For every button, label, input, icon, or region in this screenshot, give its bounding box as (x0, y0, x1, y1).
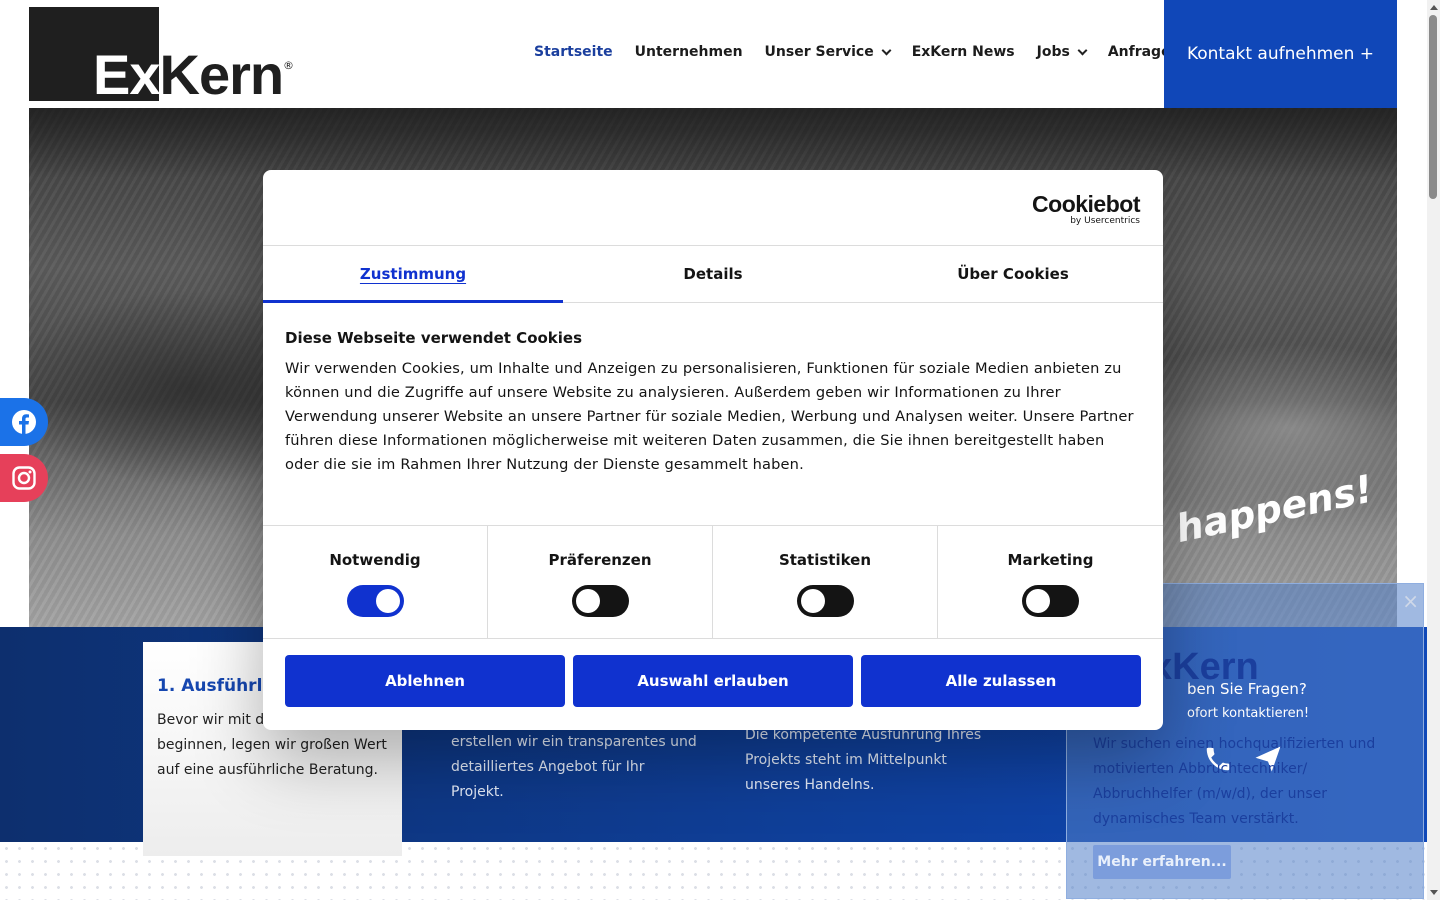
nav-startseite[interactable]: Startseite (534, 44, 613, 60)
category-notwendig: Notwendig (263, 526, 488, 638)
cookie-heading: Diese Webseite verwendet Cookies (285, 329, 583, 347)
page-scrollbar[interactable] (1427, 0, 1440, 900)
toggle-marketing[interactable] (1022, 585, 1079, 617)
allow-all-button[interactable]: Alle zulassen (861, 655, 1141, 707)
popup-description: Wir suchen einen hochqualifizierten und … (1093, 736, 1376, 827)
facebook-button[interactable] (0, 398, 48, 446)
cookie-dialog-header: Cookiebot by Usercentrics (263, 170, 1163, 246)
scroll-up-arrow[interactable] (1430, 5, 1438, 10)
toggle-notwendig[interactable] (346, 585, 404, 617)
cookie-actions: Ablehnen Auswahl erlauben Alle zulassen (263, 639, 1163, 723)
toggle-praeferenzen[interactable] (571, 585, 629, 617)
facebook-icon (12, 410, 36, 434)
category-marketing: Marketing (938, 526, 1163, 638)
cookie-categories: Notwendig Präferenzen Statistiken Market… (263, 526, 1163, 639)
registered-mark: ® (283, 59, 294, 72)
logo-text: ExKern (93, 43, 284, 106)
hero-overlay (29, 108, 1397, 178)
scroll-down-arrow[interactable] (1430, 890, 1438, 895)
cookie-body: Diese Webseite verwendet Cookies Wir ver… (263, 303, 1163, 526)
more-button[interactable]: Mehr erfahren... (1093, 845, 1231, 879)
nav-exkern-news[interactable]: ExKern News (912, 44, 1015, 60)
step-2-text: erstellen wir ein transparentes und deta… (451, 734, 697, 800)
cookie-dialog: Cookiebot by Usercentrics Zustimmung Det… (263, 170, 1163, 730)
tab-details[interactable]: Details (563, 246, 863, 302)
exkern-logo[interactable]: ExKern ® (29, 7, 295, 106)
chevron-down-icon (881, 45, 892, 55)
tab-zustimmung[interactable]: Zustimmung (263, 246, 563, 303)
popup-question: ben Sie Fragen? (1187, 680, 1307, 698)
nav-unser-service[interactable]: Unser Service (765, 44, 892, 60)
scroll-thumb[interactable] (1429, 15, 1437, 199)
step-3-text: Die kompetente Ausführung Ihres Projekts… (745, 727, 982, 793)
step-1-title: 1. Ausführlic (157, 676, 279, 696)
reject-button[interactable]: Ablehnen (285, 655, 565, 707)
nav-jobs[interactable]: Jobs (1037, 44, 1088, 60)
contact-button[interactable]: Kontakt aufnehmen + (1164, 0, 1397, 108)
cookie-tabs: Zustimmung Details Über Cookies (263, 246, 1163, 303)
main-navigation: Startseite Unternehmen Unser Service ExK… (534, 44, 1203, 60)
tab-ueber-cookies[interactable]: Über Cookies (863, 246, 1163, 302)
cookie-text: Wir verwenden Cookies, um Inhalte und An… (285, 360, 1134, 473)
nav-unternehmen[interactable]: Unternehmen (635, 44, 743, 60)
category-praeferenzen: Präferenzen (488, 526, 713, 638)
close-icon[interactable]: × (1402, 589, 1419, 613)
cookiebot-logo[interactable]: Cookiebot by Usercentrics (1032, 192, 1140, 227)
instagram-icon (12, 466, 36, 490)
category-statistiken: Statistiken (713, 526, 938, 638)
instagram-button[interactable] (0, 454, 48, 502)
popup-contact: ofort kontaktieren! (1187, 706, 1310, 721)
chevron-down-icon (1077, 45, 1088, 55)
toggle-statistiken[interactable] (796, 585, 854, 617)
allow-selection-button[interactable]: Auswahl erlauben (573, 655, 853, 707)
